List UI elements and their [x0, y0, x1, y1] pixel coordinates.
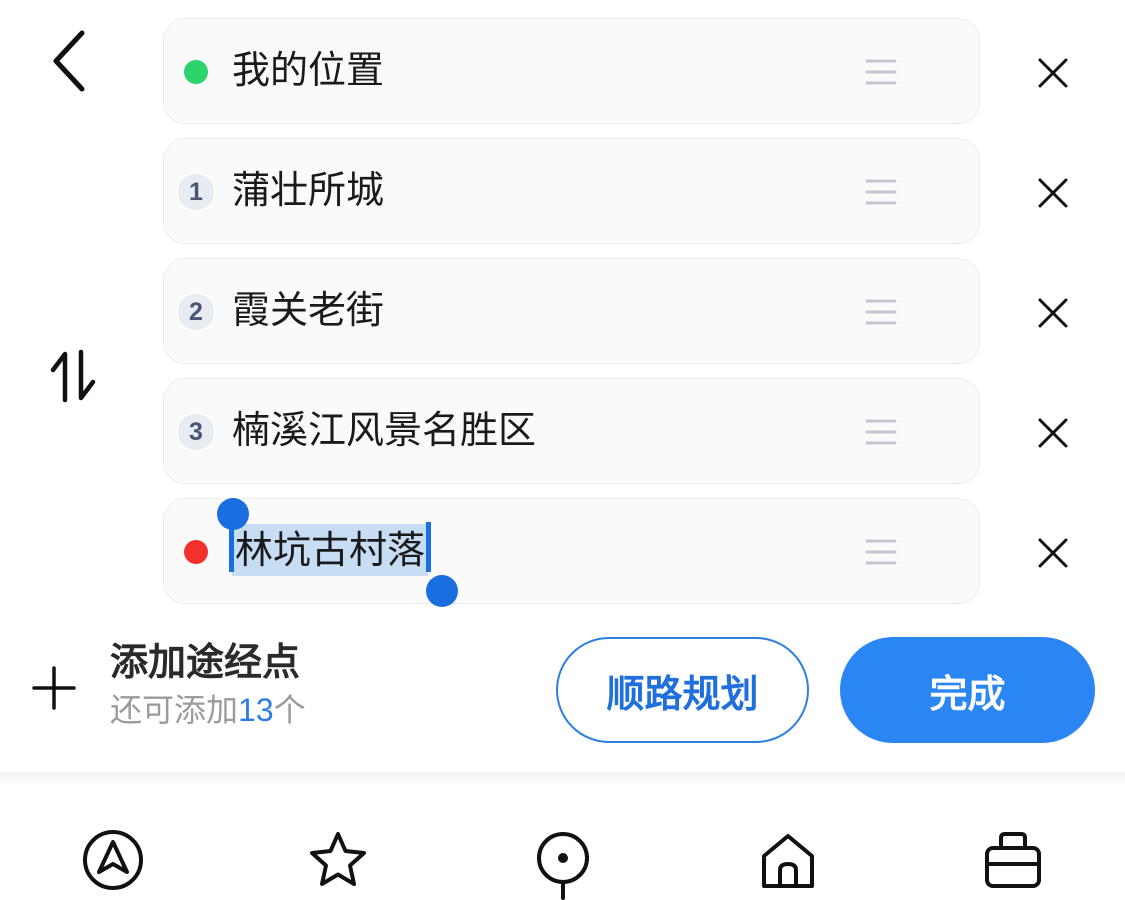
home-icon	[762, 834, 814, 888]
waypoint-marker: 1	[178, 174, 214, 210]
waypoint-number-badge: 1	[178, 174, 214, 210]
close-icon	[1038, 418, 1068, 448]
selection-end-handle[interactable]	[426, 575, 458, 607]
add-waypoint-button[interactable]: 添加途经点	[110, 636, 300, 688]
remove-waypoint-button[interactable]	[1028, 408, 1078, 458]
selected-text[interactable]: 林坑古村落	[228, 522, 432, 576]
selection-start-handle[interactable]	[217, 498, 249, 530]
drag-handle-icon[interactable]	[864, 417, 898, 447]
drag-handle-icon[interactable]	[864, 297, 898, 327]
remaining-prefix: 还可添加	[110, 691, 239, 729]
start-dot-icon	[184, 60, 208, 84]
remove-waypoint-button[interactable]	[1028, 48, 1078, 98]
destination-input[interactable]: 林坑古村落	[228, 522, 432, 576]
tab-services[interactable]	[977, 828, 1049, 900]
tab-home[interactable]	[752, 828, 824, 900]
remaining-count: 13	[238, 692, 274, 728]
done-button[interactable]: 完成	[840, 637, 1095, 743]
chevron-left-icon	[53, 30, 85, 92]
close-icon	[1038, 298, 1068, 328]
tab-navigation[interactable]	[77, 828, 149, 900]
waypoint-label[interactable]: 蒲壮所城	[232, 164, 384, 216]
map-pin-icon	[537, 832, 589, 900]
waypoint-row-2[interactable]: 2 霞关老街	[163, 258, 980, 364]
remove-waypoint-button[interactable]	[1028, 528, 1078, 578]
star-icon	[310, 832, 366, 886]
swap-order-button[interactable]	[44, 344, 102, 408]
waypoint-marker: 3	[178, 414, 214, 450]
briefcase-icon	[985, 832, 1041, 888]
plus-icon[interactable]	[30, 664, 78, 712]
waypoint-label[interactable]: 霞关老街	[232, 284, 384, 336]
tab-location[interactable]	[527, 828, 599, 900]
end-dot-icon	[184, 540, 208, 564]
tab-favorites[interactable]	[302, 828, 374, 900]
remove-waypoint-button[interactable]	[1028, 288, 1078, 338]
section-divider	[0, 772, 1125, 786]
close-icon	[1038, 178, 1068, 208]
waypoint-row-destination[interactable]: 林坑古村落	[163, 498, 980, 604]
close-icon	[1038, 538, 1068, 568]
waypoint-row-start[interactable]: 我的位置	[163, 18, 980, 124]
drag-handle-icon[interactable]	[864, 57, 898, 87]
route-planning-button[interactable]: 顺路规划	[556, 637, 809, 743]
waypoint-label[interactable]: 楠溪江风景名胜区	[232, 404, 536, 456]
drag-handle-icon[interactable]	[864, 177, 898, 207]
navigation-icon	[83, 830, 143, 890]
drag-handle-icon[interactable]	[864, 537, 898, 567]
remove-waypoint-button[interactable]	[1028, 168, 1078, 218]
waypoint-number-badge: 3	[178, 414, 214, 450]
waypoint-row-3[interactable]: 3 楠溪江风景名胜区	[163, 378, 980, 484]
swap-arrows-icon	[50, 349, 96, 403]
remaining-waypoints-hint: 还可添加13个	[110, 688, 306, 732]
close-icon	[1038, 58, 1068, 88]
back-button[interactable]	[44, 26, 92, 96]
waypoint-number-badge: 2	[178, 294, 214, 330]
waypoint-label[interactable]: 我的位置	[232, 44, 384, 96]
waypoint-marker: 2	[178, 294, 214, 330]
remaining-suffix: 个	[273, 691, 306, 729]
start-marker	[178, 54, 214, 90]
end-marker	[178, 534, 214, 570]
waypoint-row-1[interactable]: 1 蒲壮所城	[163, 138, 980, 244]
